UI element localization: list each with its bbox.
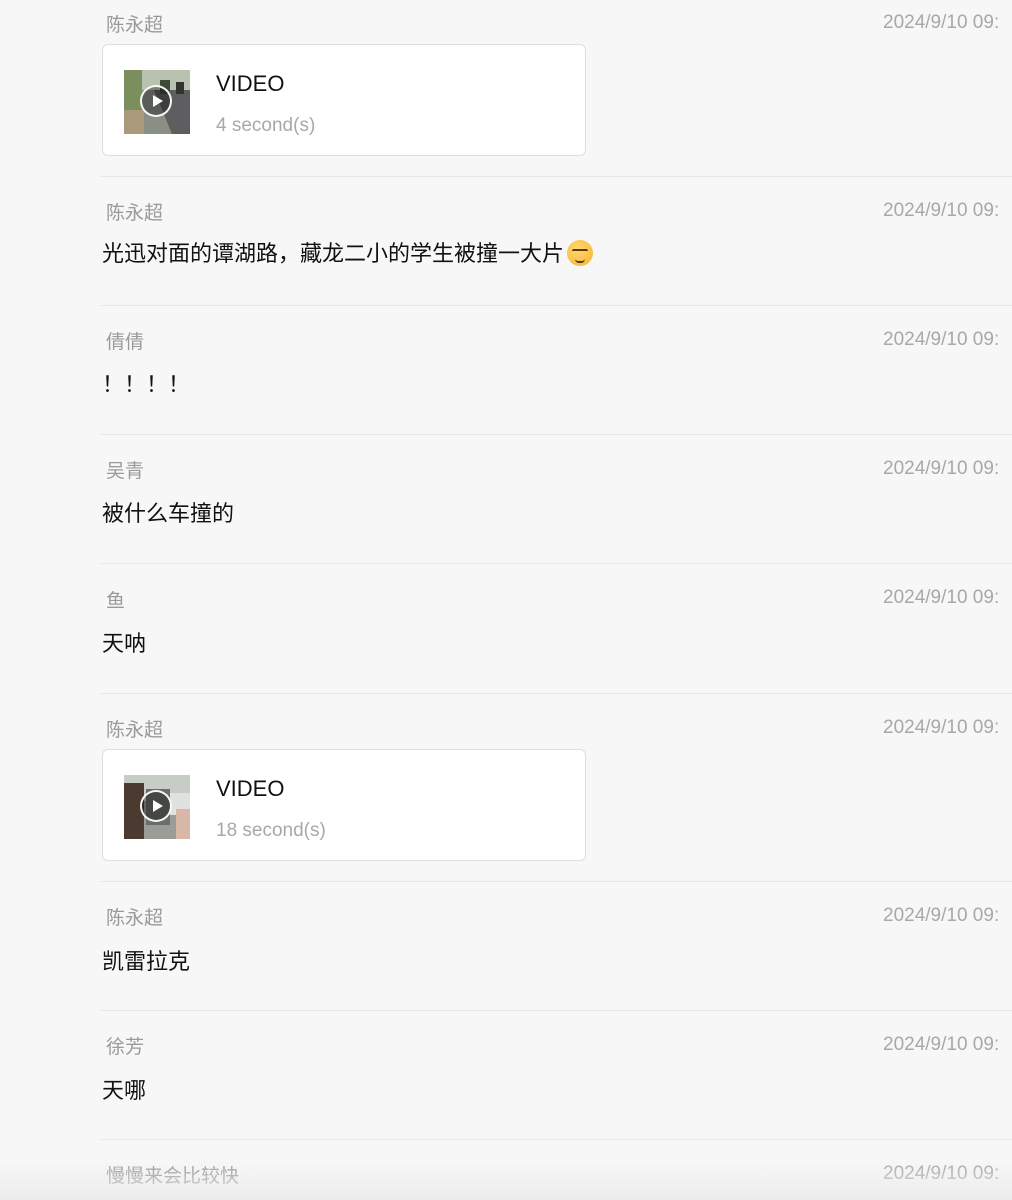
video-title: VIDEO [216,776,285,801]
message-sender: 陈永超 [106,203,164,224]
message-sender: 陈永超 [106,720,164,741]
message-divider [101,176,1012,177]
video-thumbnail[interactable] [124,775,190,839]
message-time: 2024/9/10 09: [883,12,1000,33]
message-time: 2024/9/10 09: [883,458,1000,479]
video-card[interactable]: VIDEO 18 second(s) [102,749,586,861]
chat-message-list: 陈永超 2024/9/10 09: VIDEO 4 second(s) 陈永超 [0,0,1012,1200]
play-icon[interactable] [140,85,172,117]
message-divider [101,1010,1012,1011]
video-thumbnail[interactable] [124,70,190,134]
message-text: 天哪 [102,1078,147,1103]
message-sender: 鱼 [106,591,126,612]
video-duration: 4 second(s) [216,115,316,136]
message-time: 2024/9/10 09: [883,905,1000,926]
message-sender: 倩倩 [106,332,145,353]
message-sender: 慢慢来会比较快 [106,1166,240,1187]
message-text: ！！！！ [102,372,191,397]
message-time: 2024/9/10 09: [883,200,1000,221]
message-time: 2024/9/10 09: [883,717,1000,738]
message-time: 2024/9/10 09: [883,1163,1000,1184]
message-time: 2024/9/10 09: [883,587,1000,608]
message-sender: 陈永超 [106,908,164,929]
video-duration: 18 second(s) [216,820,326,841]
video-title: VIDEO [216,71,285,96]
message-time: 2024/9/10 09: [883,329,1000,350]
message-divider [101,434,1012,435]
message-divider [101,693,1012,694]
message-divider [101,305,1012,306]
message-text: 天呐 [102,631,147,656]
message-text-content: 光迅对面的谭湖路，藏龙二小的学生被撞一大片 [102,241,565,266]
video-card[interactable]: VIDEO 4 second(s) [102,44,586,156]
persevering-face-emoji-icon [567,240,594,266]
message-divider [101,563,1012,564]
message-text: 被什么车撞的 [102,501,235,526]
play-icon[interactable] [140,790,172,822]
message-text: 光迅对面的谭湖路，藏龙二小的学生被撞一大片 [102,236,594,268]
message-sender: 徐芳 [106,1037,145,1058]
message-time: 2024/9/10 09: [883,1034,1000,1055]
message-sender: 陈永超 [106,15,164,36]
message-divider [101,1139,1012,1140]
message-sender: 吴青 [106,461,145,482]
message-text: 凯雷拉克 [102,949,191,974]
message-divider [101,881,1012,882]
